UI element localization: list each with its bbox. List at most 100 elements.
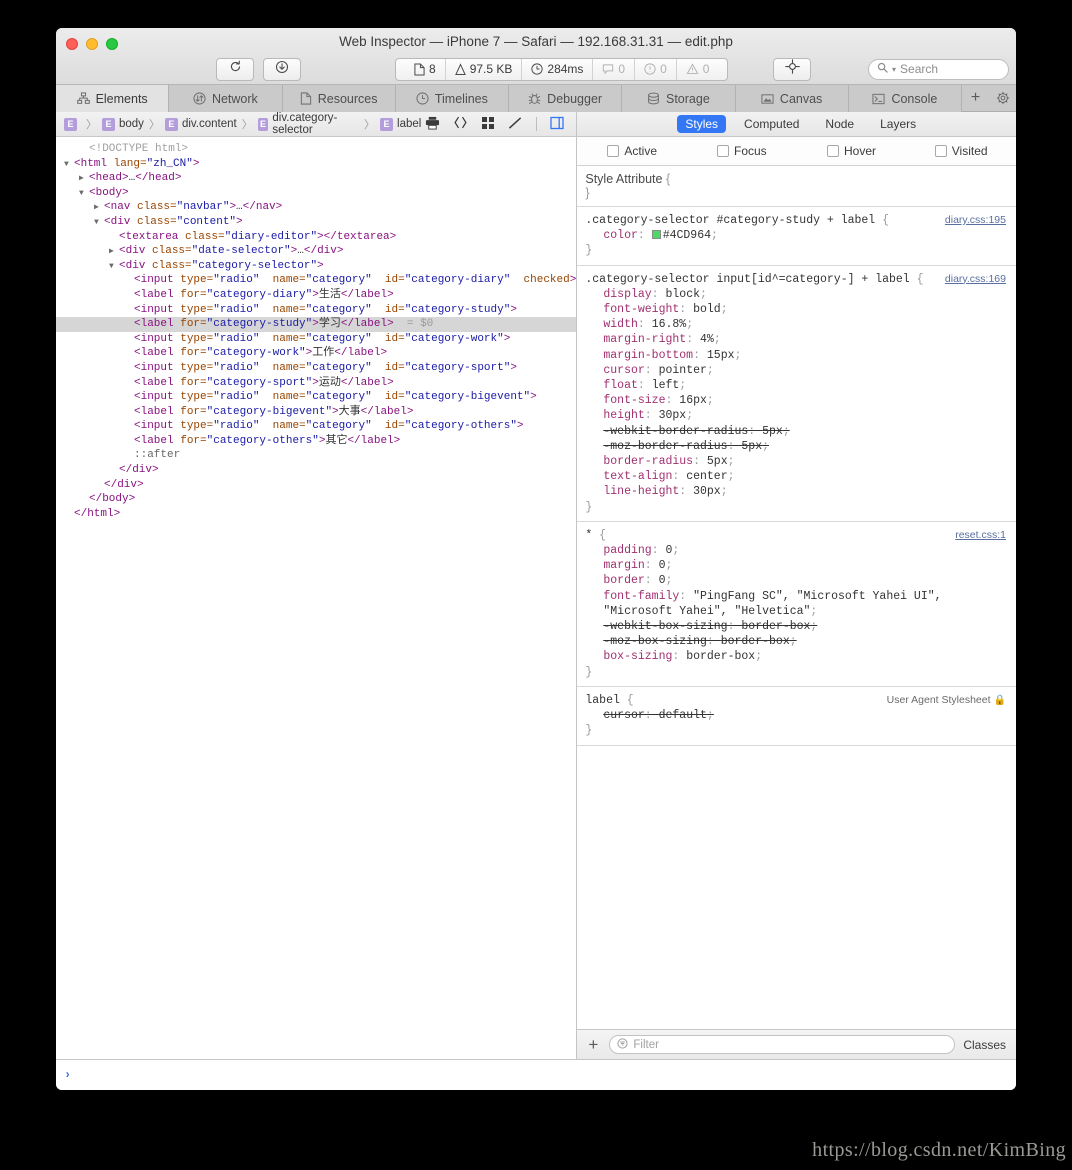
dom-node[interactable]: <label for="category-diary">生活</label>: [56, 288, 576, 303]
css-rule-origin[interactable]: diary.css:169: [945, 272, 1006, 287]
css-declaration[interactable]: -moz-border-radius: 5px;: [585, 439, 1016, 454]
css-declaration[interactable]: cursor: default;: [585, 708, 1016, 723]
checkbox-icon[interactable]: [826, 145, 839, 157]
stat-time[interactable]: 284ms: [521, 58, 592, 80]
pseudo-toggle-hover[interactable]: Hover: [797, 144, 907, 158]
css-selector[interactable]: Style Attribute {: [585, 172, 1016, 186]
css-declaration[interactable]: text-align: center;: [585, 469, 1016, 484]
pseudo-toggle-visited[interactable]: Visited: [906, 144, 1016, 158]
dom-node[interactable]: <label for="category-work">工作</label>: [56, 346, 576, 361]
dom-node[interactable]: </div>: [56, 463, 576, 478]
css-declaration[interactable]: float: left;: [585, 378, 1016, 393]
stat-size[interactable]: 97.5 KB: [444, 58, 522, 80]
twisty-open-icon[interactable]: [94, 215, 104, 231]
twisty-closed-icon[interactable]: [109, 244, 119, 260]
pseudo-toggle-focus[interactable]: Focus: [687, 144, 797, 158]
dom-node[interactable]: <label for="category-study">学习</label> =…: [56, 317, 577, 332]
checkbox-icon[interactable]: [934, 145, 947, 157]
dom-node[interactable]: <input type="radio" name="category" id="…: [56, 419, 576, 434]
download-button[interactable]: [263, 57, 301, 81]
filter-input[interactable]: Filter: [609, 1035, 956, 1054]
tab-node[interactable]: Node: [817, 115, 862, 133]
dom-node[interactable]: <body>: [56, 186, 576, 201]
css-rule[interactable]: diary.css:195 .category-selector #categor…: [577, 207, 1016, 266]
dom-node[interactable]: <input type="radio" name="category" id="…: [56, 332, 576, 347]
tab-canvas[interactable]: Canvas: [735, 85, 849, 112]
twisty-closed-icon[interactable]: [79, 171, 89, 187]
dom-node[interactable]: <input type="radio" name="category" id="…: [56, 303, 576, 318]
tab-styles[interactable]: Styles: [677, 115, 727, 133]
gear-icon[interactable]: [992, 91, 1014, 105]
dom-node[interactable]: </div>: [56, 478, 576, 493]
css-selector[interactable]: * {: [585, 528, 1016, 543]
checkbox-icon[interactable]: [717, 145, 729, 157]
css-declaration[interactable]: width: 16.8%;: [585, 317, 1016, 332]
grid-icon[interactable]: [481, 116, 495, 133]
tab-layers[interactable]: Layers: [872, 115, 924, 133]
dom-node[interactable]: ::after: [56, 448, 576, 463]
dom-node[interactable]: <input type="radio" name="category" id="…: [56, 390, 576, 405]
add-tab-button[interactable]: +: [965, 89, 987, 107]
element-selector-button[interactable]: [773, 57, 811, 81]
css-rule[interactable]: diary.css:169 .category-selector input[id…: [577, 266, 1016, 522]
dom-node[interactable]: <div class="content">: [56, 215, 576, 230]
reload-button[interactable]: [216, 57, 254, 81]
dom-node[interactable]: <nav class="navbar">…</nav>: [56, 200, 576, 215]
dom-node[interactable]: <input type="radio" name="category" id="…: [56, 361, 576, 376]
dom-tree[interactable]: <!DOCTYPE html><html lang="zh_CN"><head>…: [56, 137, 577, 1059]
tab-debugger[interactable]: Debugger: [509, 85, 623, 112]
color-swatch-icon[interactable]: [651, 230, 661, 240]
css-declaration[interactable]: margin-bottom: 15px;: [585, 348, 1016, 363]
add-rule-button[interactable]: +: [585, 1036, 601, 1053]
checkbox-icon[interactable]: [607, 145, 620, 157]
css-declaration[interactable]: display: block;: [585, 287, 1016, 302]
breadcrumb-item-body[interactable]: E body: [100, 117, 146, 131]
search-input[interactable]: ▾ Search: [868, 58, 1009, 80]
css-rule-origin[interactable]: diary.css:195: [945, 213, 1006, 228]
stat-logs[interactable]: 0: [592, 58, 634, 80]
brush-icon[interactable]: [508, 116, 523, 133]
dom-node[interactable]: <div class="category-selector">: [56, 259, 576, 274]
tab-storage[interactable]: Storage: [622, 85, 736, 112]
css-rule-origin[interactable]: reset.css:1: [955, 528, 1006, 543]
layout-panel-icon[interactable]: [550, 116, 565, 133]
css-declaration[interactable]: font-weight: bold;: [585, 302, 1016, 317]
css-declaration[interactable]: padding: 0;: [585, 543, 1016, 558]
css-declaration[interactable]: -webkit-box-sizing: border-box;: [585, 619, 1016, 634]
code-icon[interactable]: [453, 116, 468, 132]
css-declaration[interactable]: font-size: 16px;: [585, 393, 1016, 408]
twisty-closed-icon[interactable]: [94, 200, 104, 216]
dom-node[interactable]: <!DOCTYPE html>: [56, 142, 576, 157]
dom-node[interactable]: </body>: [56, 492, 576, 507]
dom-node[interactable]: <head>…</head>: [56, 171, 576, 186]
dom-node[interactable]: <div class="date-selector">…</div>: [56, 244, 576, 259]
breadcrumb-item-root[interactable]: E: [62, 117, 83, 131]
css-declaration[interactable]: box-sizing: border-box;: [585, 649, 1016, 664]
css-declaration[interactable]: height: 30px;: [585, 408, 1016, 423]
classes-button[interactable]: Classes: [963, 1038, 1008, 1052]
console-prompt-bar[interactable]: ›: [56, 1059, 1016, 1090]
tab-elements[interactable]: Elements: [56, 85, 170, 112]
dom-node[interactable]: <textarea class="diary-editor"></textare…: [56, 230, 576, 245]
dom-node[interactable]: <html lang="zh_CN">: [56, 157, 576, 172]
print-icon[interactable]: [425, 116, 440, 133]
css-declaration[interactable]: margin: 0;: [585, 558, 1016, 573]
dom-node[interactable]: <label for="category-bigevent">大事</label…: [56, 405, 576, 420]
dom-node[interactable]: <label for="category-others">其它</label>: [56, 434, 576, 449]
breadcrumb-item-label[interactable]: E label: [378, 117, 423, 131]
twisty-open-icon[interactable]: [64, 157, 74, 173]
stat-errors[interactable]: 0: [634, 58, 676, 80]
css-rules-list[interactable]: Style Attribute {} diary.css:195 .category…: [577, 166, 1016, 1029]
css-rule[interactable]: reset.css:1 * {padding: 0; margin: 0; borde…: [577, 522, 1016, 687]
css-declaration[interactable]: line-height: 30px;: [585, 484, 1016, 499]
css-declaration[interactable]: color: #4CD964;: [585, 228, 1016, 243]
twisty-open-icon[interactable]: [79, 186, 89, 202]
css-rule[interactable]: Style Attribute {}: [577, 166, 1016, 207]
dom-node[interactable]: </html>: [56, 507, 576, 522]
tab-timelines[interactable]: Timelines: [395, 85, 509, 112]
stat-warnings[interactable]: 0: [675, 58, 719, 80]
breadcrumb-item-div-content[interactable]: E div.content: [163, 117, 239, 131]
dom-node[interactable]: <label for="category-sport">运动</label>: [56, 376, 576, 391]
css-declaration[interactable]: -webkit-border-radius: 5px;: [585, 424, 1016, 439]
tab-console[interactable]: Console: [848, 85, 962, 112]
